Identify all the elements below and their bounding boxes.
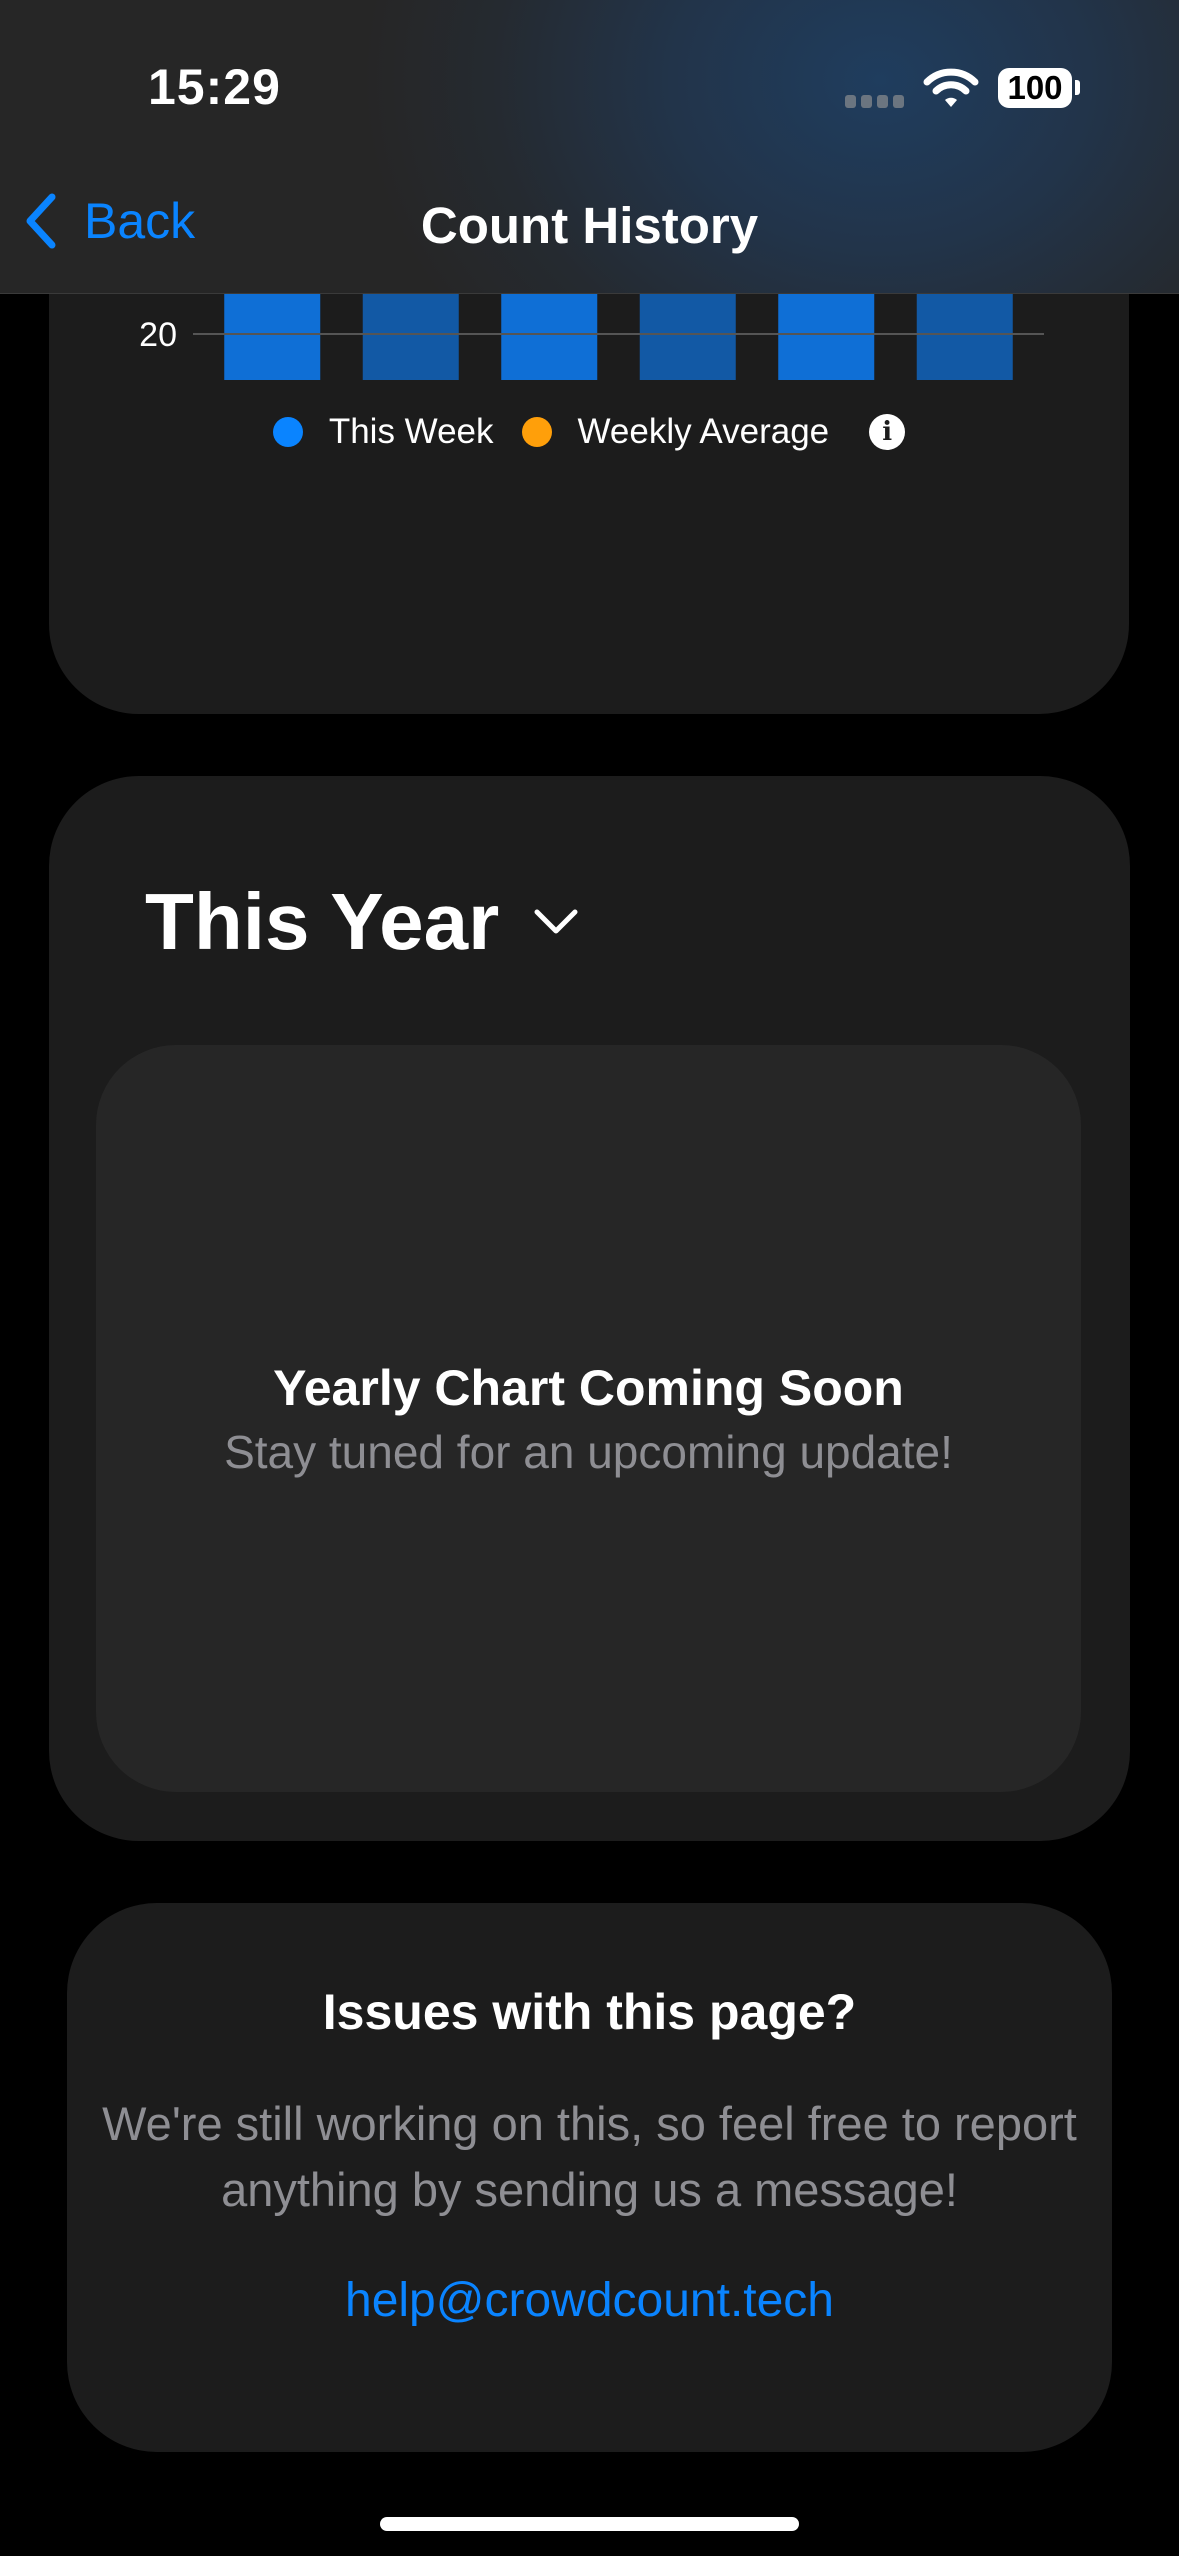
legend-label: Weekly Average bbox=[577, 412, 830, 451]
issues-title: Issues with this page? bbox=[322, 1984, 857, 2040]
wifi-icon bbox=[923, 68, 979, 107]
home-indicator[interactable] bbox=[380, 2517, 799, 2531]
legend-weekly-average: Weekly Average bbox=[521, 412, 830, 452]
battery-icon: 100 bbox=[998, 68, 1072, 108]
this-year-card: This Year Yearly Chart Coming Soon Stay … bbox=[49, 776, 1130, 1841]
chart-legend: This Week Weekly Average i bbox=[49, 412, 1129, 452]
info-icon[interactable]: i bbox=[869, 414, 906, 450]
y-tick-label: 20 bbox=[139, 316, 177, 354]
legend-label: This Week bbox=[328, 412, 494, 451]
battery-tip bbox=[1075, 80, 1080, 95]
page-title: Count History bbox=[420, 197, 759, 254]
period-dropdown[interactable]: This Year bbox=[145, 876, 579, 968]
legend-dot-weekly-average bbox=[521, 417, 552, 447]
support-email-link[interactable]: help@crowdcount.tech bbox=[67, 2273, 1112, 2328]
period-title: This Year bbox=[145, 877, 500, 966]
status-time: 15:29 bbox=[148, 59, 281, 115]
placeholder-title: Yearly Chart Coming Soon bbox=[273, 1360, 904, 1416]
legend-dot-this-week bbox=[272, 417, 303, 447]
navigation-header: 15:29 100 Back Count History bbox=[0, 0, 1179, 294]
chevron-down-icon bbox=[534, 909, 578, 934]
issues-body: We're still working on this, so feel fre… bbox=[102, 2097, 1077, 2216]
yearly-chart-placeholder: Yearly Chart Coming Soon Stay tuned for … bbox=[96, 1045, 1081, 1792]
legend-this-week: This Week bbox=[272, 412, 494, 452]
signal-icon bbox=[845, 95, 904, 108]
issues-card: Issues with this page? We're still worki… bbox=[67, 1903, 1112, 2452]
placeholder-subtitle: Stay tuned for an upcoming update! bbox=[224, 1426, 953, 1478]
